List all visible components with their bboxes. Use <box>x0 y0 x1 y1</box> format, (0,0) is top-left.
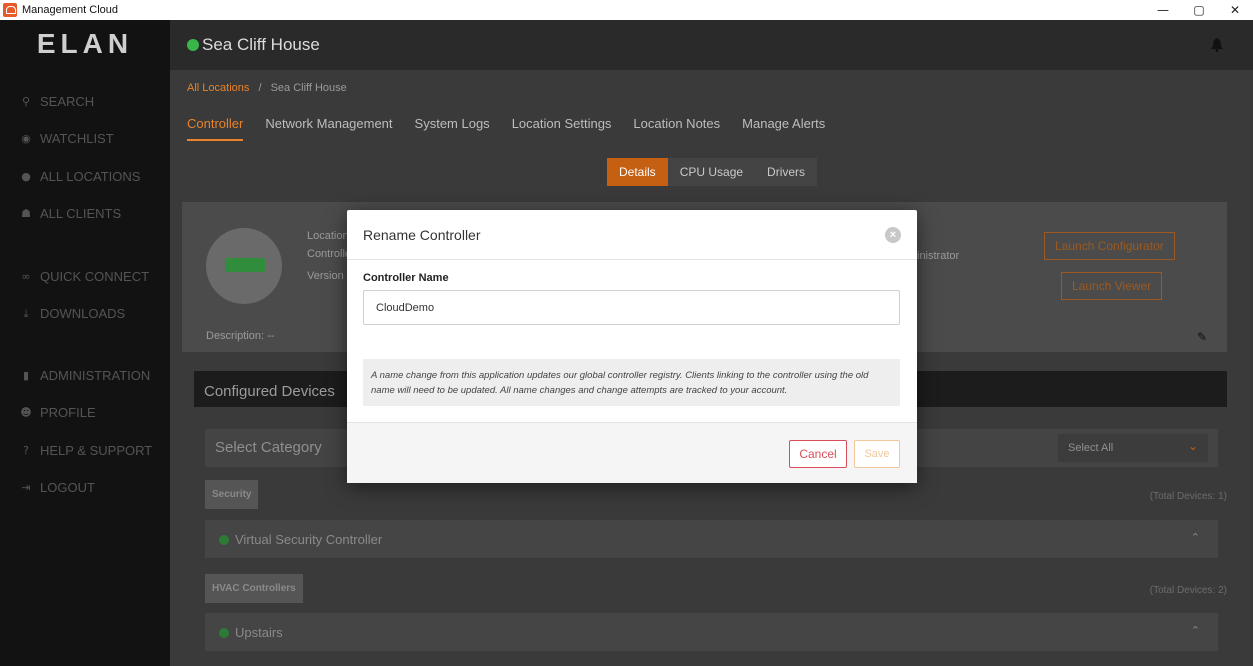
sidebar-item-search[interactable]: ⚲ SEARCH <box>18 94 94 109</box>
category-tag-hvac[interactable]: HVAC Controllers <box>205 574 303 603</box>
sidebar-item-label: QUICK CONNECT <box>40 269 150 284</box>
sidebar-item-label: DOWNLOADS <box>40 306 126 321</box>
sidebar-item-downloads[interactable]: ⤓ DOWNLOADS <box>18 306 126 321</box>
tab-network-management[interactable]: Network Management <box>265 116 392 141</box>
tab-location-settings[interactable]: Location Settings <box>512 116 612 141</box>
location-pin-icon: ● <box>21 170 31 183</box>
tab-manage-alerts[interactable]: Manage Alerts <box>742 116 825 141</box>
subtab-drivers[interactable]: Drivers <box>755 158 818 186</box>
tab-location-notes[interactable]: Location Notes <box>633 116 720 141</box>
device-name: Upstairs <box>235 625 283 640</box>
device-row[interactable]: Upstairs ⌃ <box>205 613 1218 651</box>
chevron-down-icon: ⌄ <box>1187 439 1198 453</box>
logout-icon: ⇥ <box>21 481 31 494</box>
link-icon: ∞ <box>21 270 31 283</box>
sidebar-item-watchlist[interactable]: ◉ WATCHLIST <box>18 131 114 146</box>
sidebar-item-label: WATCHLIST <box>40 131 114 146</box>
select-category-label: Select Category <box>215 439 322 456</box>
sidebar-item-administration[interactable]: ▮ ADMINISTRATION <box>18 368 150 383</box>
sidebar-item-label: HELP & SUPPORT <box>40 443 153 458</box>
version-label: Version <box>307 270 344 282</box>
chevron-up-icon[interactable]: ⌃ <box>1191 624 1200 637</box>
description-text: Description: -- <box>206 330 275 342</box>
location-title: Sea Cliff House <box>202 35 320 54</box>
sidebar-item-label: SEARCH <box>40 94 95 109</box>
controller-name-label: Controller Name <box>363 272 449 284</box>
minimize-button[interactable]: — <box>1145 0 1181 20</box>
sidebar-item-label: ALL LOCATIONS <box>40 169 141 184</box>
online-status-icon <box>219 535 229 545</box>
window-titlebar: Management Cloud — ▢ ✕ <box>0 0 1253 20</box>
rename-controller-dialog: Rename Controller × Controller Name A na… <box>347 210 917 483</box>
window-title: Management Cloud <box>22 4 119 16</box>
controller-device-icon <box>225 258 265 272</box>
people-icon: ☗ <box>21 207 31 220</box>
controller-name-input[interactable] <box>363 290 900 325</box>
total-devices-count: (Total Devices: 1) <box>1149 491 1227 502</box>
breadcrumb-separator: / <box>258 82 262 94</box>
total-devices-count: (Total Devices: 2) <box>1149 585 1227 596</box>
tab-system-logs[interactable]: System Logs <box>415 116 490 141</box>
breadcrumb-all-locations[interactable]: All Locations <box>187 82 249 94</box>
online-status-icon <box>219 628 229 638</box>
sidebar-item-logout[interactable]: ⇥ LOGOUT <box>18 480 95 495</box>
close-window-button[interactable]: ✕ <box>1217 0 1253 20</box>
elan-logo[interactable]: ELAN <box>0 20 170 68</box>
help-icon: ? <box>23 444 29 457</box>
launch-configurator-button[interactable]: Launch Configurator <box>1044 232 1175 260</box>
select-all-value: Select All <box>1068 442 1114 454</box>
sidebar-item-all-locations[interactable]: ● ALL LOCATIONS <box>18 169 140 184</box>
tab-controller[interactable]: Controller <box>187 116 244 141</box>
bell-icon[interactable] <box>1211 38 1223 52</box>
select-all-dropdown[interactable]: Select All ⌄ <box>1058 434 1208 462</box>
dialog-footer: Cancel Save <box>347 422 917 483</box>
subtab-cpu-usage[interactable]: CPU Usage <box>667 158 756 186</box>
sidebar-item-label: ADMINISTRATION <box>40 368 151 383</box>
location-label: Location <box>307 230 349 242</box>
app-icon <box>3 3 17 17</box>
save-button[interactable]: Save <box>854 440 900 468</box>
bar-chart-icon: ▮ <box>22 369 30 382</box>
sidebar-item-help-support[interactable]: ? HELP & SUPPORT <box>18 443 152 458</box>
device-name: Virtual Security Controller <box>235 532 383 547</box>
sidebar-item-profile[interactable]: ☻ PROFILE <box>18 405 96 420</box>
pencil-icon[interactable]: ✎ <box>1197 330 1207 344</box>
window-controls: — ▢ ✕ <box>1145 0 1253 20</box>
dialog-title: Rename Controller <box>363 227 481 243</box>
controller-subtabs: Details CPU Usage Drivers <box>607 158 818 186</box>
subtab-details[interactable]: Details <box>607 158 668 186</box>
maximize-button[interactable]: ▢ <box>1181 0 1217 20</box>
close-icon[interactable]: × <box>885 227 901 243</box>
eye-icon: ◉ <box>21 132 31 145</box>
sidebar-item-label: ALL CLIENTS <box>40 206 122 221</box>
search-icon: ⚲ <box>21 95 31 108</box>
sidebar-item-label: LOGOUT <box>40 480 95 495</box>
breadcrumb: All Locations / Sea Cliff House <box>187 82 347 94</box>
download-icon: ⤓ <box>23 306 29 320</box>
category-tag-security[interactable]: Security <box>205 480 259 509</box>
cancel-button[interactable]: Cancel <box>789 440 847 468</box>
sidebar-item-all-clients[interactable]: ☗ ALL CLIENTS <box>18 206 121 221</box>
chevron-up-icon[interactable]: ⌃ <box>1191 531 1200 544</box>
logo-text: ELAN <box>36 28 134 59</box>
location-tabs: Controller Network Management System Log… <box>187 116 825 141</box>
launch-viewer-button[interactable]: Launch Viewer <box>1061 272 1163 300</box>
online-status-icon <box>187 39 199 51</box>
sidebar: ELAN ⚲ SEARCH ◉ WATCHLIST ● ALL LOCATIONS ☗… <box>0 20 170 666</box>
device-row[interactable]: Virtual Security Controller ⌃ <box>205 520 1218 558</box>
dialog-header: Rename Controller × <box>347 210 917 260</box>
role-value: inistrator <box>917 250 960 262</box>
rename-warning-notice: A name change from this application upda… <box>363 359 900 406</box>
location-header: Sea Cliff House <box>170 20 1253 70</box>
controller-image <box>206 228 282 304</box>
sidebar-item-label: PROFILE <box>40 405 96 420</box>
sidebar-item-quick-connect[interactable]: ∞ QUICK CONNECT <box>18 269 149 284</box>
breadcrumb-current: Sea Cliff House <box>270 82 347 94</box>
person-icon: ☻ <box>20 406 32 419</box>
